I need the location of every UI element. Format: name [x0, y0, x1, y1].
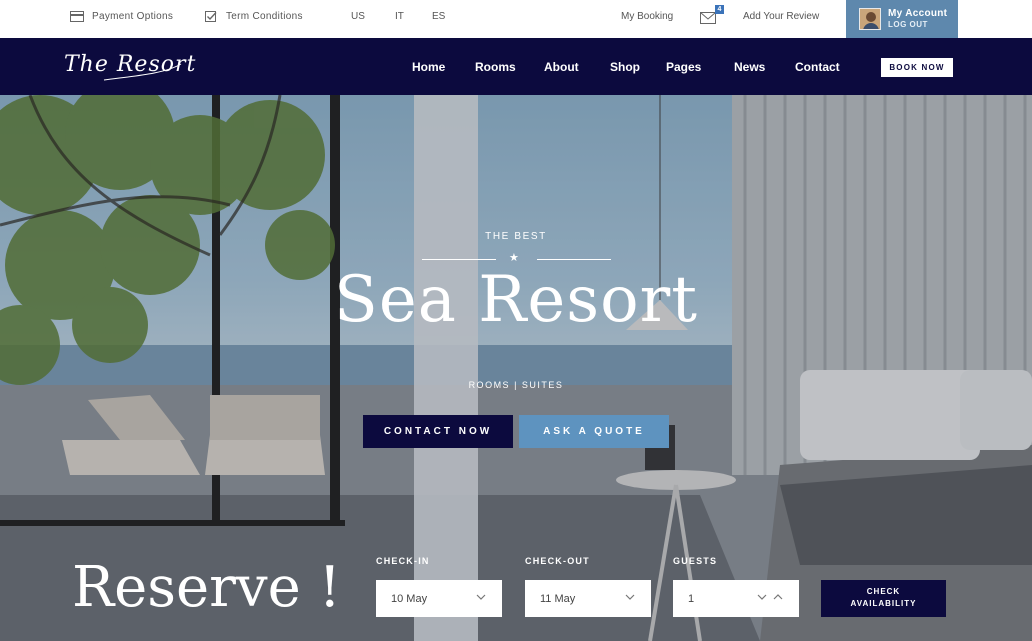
guests-stepper[interactable]: 1: [673, 580, 799, 617]
checkin-label: CHECK-IN: [376, 556, 430, 566]
hero-title: Sea Resort: [334, 263, 698, 337]
checkout-value: 11 May: [540, 592, 576, 605]
account-title: My Account: [888, 8, 948, 19]
checkin-select[interactable]: 10 May: [376, 580, 502, 617]
checkbox-icon: [205, 11, 217, 22]
logout-link[interactable]: LOG OUT: [888, 19, 947, 30]
nav-shop[interactable]: Shop: [610, 60, 640, 74]
hero-eyebrow: THE BEST: [485, 231, 547, 242]
nav-news[interactable]: News: [734, 60, 765, 74]
book-now-button[interactable]: BOOK NOW: [881, 58, 953, 77]
hero-divider-right: [537, 259, 611, 260]
nav-home[interactable]: Home: [412, 60, 445, 74]
envelope-icon: [700, 12, 716, 24]
guests-value: 1: [688, 592, 695, 605]
nav-pages[interactable]: Pages: [666, 60, 701, 74]
chevron-up-icon[interactable]: [773, 592, 783, 602]
check-availability-line1: CHECK: [866, 587, 901, 596]
add-review-link[interactable]: Add Your Review: [743, 11, 819, 22]
mail-button[interactable]: 4: [700, 5, 724, 26]
main-navbar: The Resort Home Rooms About Shop Pages N…: [0, 38, 1032, 95]
chevron-down-icon: [625, 594, 635, 600]
logo-swash: [103, 63, 182, 81]
nav-about[interactable]: About: [544, 60, 579, 74]
avatar: [859, 8, 881, 30]
nav-rooms[interactable]: Rooms: [475, 60, 516, 74]
hero-subtitle: ROOMS | SUITES: [468, 380, 564, 390]
checkout-select[interactable]: 11 May: [525, 580, 651, 617]
lang-es[interactable]: ES: [432, 11, 445, 22]
check-availability-line2: AVAILABILITY: [850, 599, 917, 608]
ask-quote-button[interactable]: ASK A QUOTE: [519, 415, 669, 448]
my-booking-link[interactable]: My Booking: [621, 11, 673, 22]
payment-options-link[interactable]: Payment Options: [70, 11, 173, 22]
hero-section: THE BEST ★ Sea Resort ROOMS | SUITES CON…: [0, 95, 1032, 641]
top-utility-bar: Payment Options Term Conditions US IT ES…: [0, 0, 1032, 38]
my-account-button[interactable]: My Account LOG OUT: [846, 0, 958, 38]
contact-now-button[interactable]: CONTACT NOW: [363, 415, 513, 448]
chevron-down-icon: [476, 594, 486, 600]
hero-divider-left: [422, 259, 496, 260]
lang-it[interactable]: IT: [395, 11, 404, 22]
nav-contact[interactable]: Contact: [795, 60, 840, 74]
check-availability-button[interactable]: CHECK AVAILABILITY: [821, 580, 946, 617]
credit-card-icon: [70, 11, 84, 22]
mail-count-badge: 4: [715, 5, 724, 14]
payment-options-label: Payment Options: [92, 11, 174, 22]
guests-label: GUESTS: [673, 556, 718, 566]
lang-us[interactable]: US: [351, 11, 365, 22]
checkout-label: CHECK-OUT: [525, 556, 590, 566]
reserve-title: Reserve !: [72, 555, 342, 620]
chevron-down-icon[interactable]: [757, 592, 767, 602]
checkin-value: 10 May: [391, 592, 428, 605]
term-conditions-link[interactable]: Term Conditions: [204, 11, 303, 22]
resort-logo[interactable]: The Resort: [64, 50, 195, 86]
term-conditions-label: Term Conditions: [226, 11, 303, 22]
